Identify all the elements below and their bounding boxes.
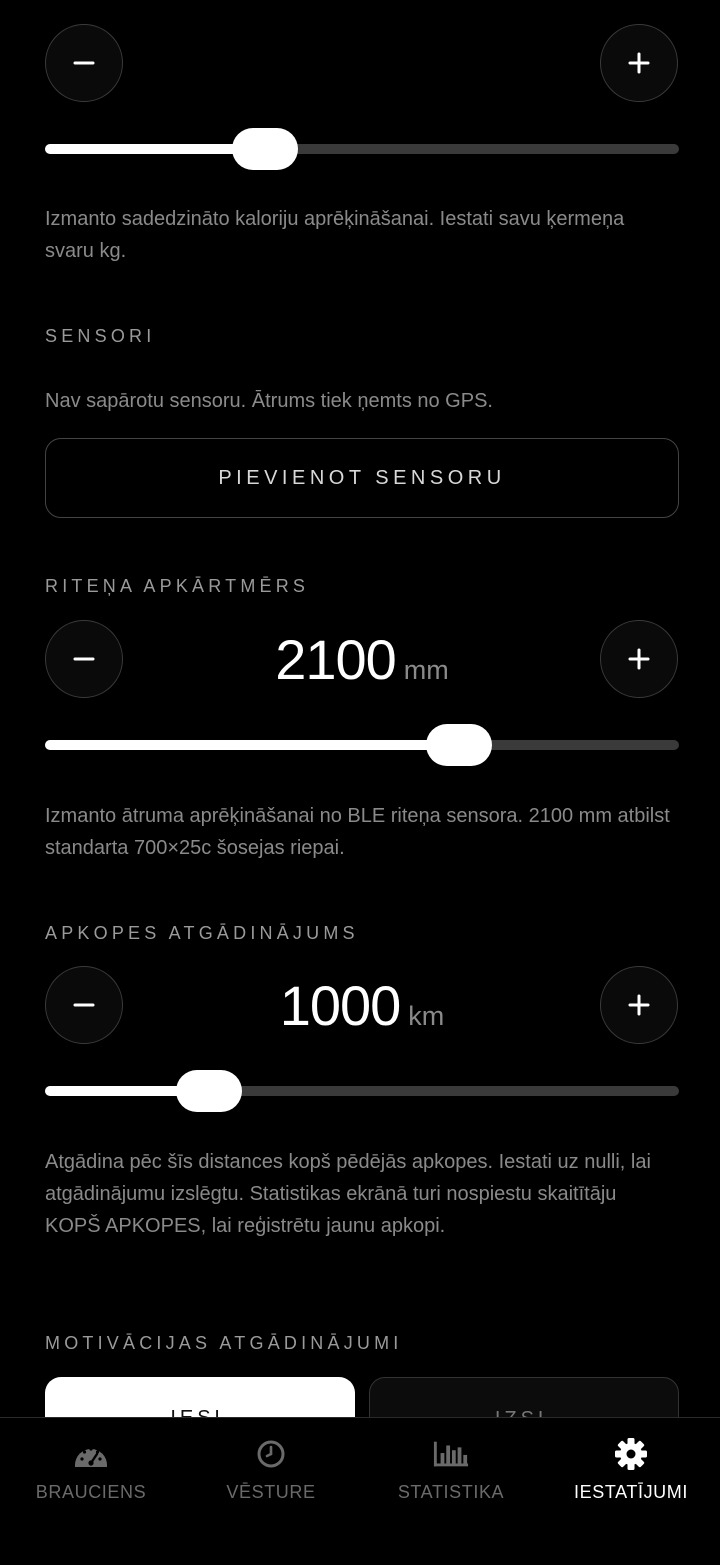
plus-icon — [628, 994, 650, 1016]
weight-slider[interactable] — [45, 127, 679, 171]
service-section-title: APKOPES ATGĀDINĀJUMS — [45, 923, 359, 943]
tab-statistika[interactable]: STATISTIKA — [361, 1418, 541, 1528]
clock-icon — [253, 1438, 289, 1470]
bar-chart-icon — [433, 1438, 469, 1470]
tab-label: VĒSTURE — [226, 1482, 316, 1502]
slider-thumb[interactable] — [232, 128, 299, 170]
tab-vesture[interactable]: VĒSTURE — [181, 1418, 361, 1528]
minus-icon — [73, 61, 95, 65]
sensors-status-text: Nav sapārotu sensoru. Ātrums tiek ņemts … — [45, 390, 493, 412]
minus-icon — [73, 657, 95, 661]
tab-label: STATISTIKA — [397, 1482, 505, 1502]
weight-decrease-button[interactable] — [45, 24, 123, 102]
plus-icon — [628, 52, 650, 74]
weight-help-text: Izmanto sadedzināto kaloriju aprēķināšan… — [45, 208, 625, 262]
sensors-section-title: SENSORI — [45, 326, 156, 346]
service-value: 1000 — [279, 974, 402, 1037]
wheel-value: 2100 — [275, 628, 397, 691]
slider-fill — [45, 740, 459, 750]
add-sensor-button[interactable]: PIEVIENOT SENSORU — [45, 438, 679, 518]
motivation-off-button[interactable]: IZSL — [369, 1377, 679, 1417]
tab-label: BRAUCIENS — [35, 1482, 147, 1502]
tab-iestatijumi[interactable]: IESTATĪJUMI — [541, 1418, 720, 1528]
slider-thumb[interactable] — [425, 724, 492, 766]
gear-icon — [613, 1438, 649, 1470]
wheel-slider[interactable] — [45, 723, 679, 767]
speedometer-icon — [73, 1438, 109, 1470]
tab-brauciens[interactable]: BRAUCIENS — [1, 1418, 181, 1528]
motivation-section-title: MOTIVĀCIJAS ATGĀDINĀJUMI — [45, 1333, 403, 1353]
service-decrease-button[interactable] — [45, 966, 123, 1044]
wheel-help-text: Izmanto ātruma aprēķināšanai no BLE rite… — [45, 805, 670, 859]
service-increase-button[interactable] — [600, 966, 678, 1044]
wheel-decrease-button[interactable] — [45, 620, 123, 698]
weight-increase-button[interactable] — [600, 24, 678, 102]
wheel-section-title: RITEŅA APKĀRTMĒRS — [45, 576, 310, 596]
slider-thumb[interactable] — [175, 1070, 242, 1112]
plus-icon — [628, 648, 650, 670]
tab-label: IESTATĪJUMI — [574, 1482, 688, 1502]
minus-icon — [73, 1003, 95, 1007]
motivation-on-button[interactable]: IESL — [45, 1377, 355, 1417]
service-value-display: 1000 km — [124, 973, 600, 1038]
wheel-value-display: 2100 mm — [124, 627, 600, 692]
wheel-unit: mm — [403, 655, 449, 685]
service-slider[interactable] — [45, 1069, 679, 1113]
settings-scroll-area[interactable]: Izmanto sadedzināto kaloriju aprēķināšan… — [0, 0, 720, 1417]
service-help-text: Atgādina pēc šīs distances kopš pēdējās … — [45, 1151, 651, 1237]
bottom-tab-bar: BRAUCIENS VĒSTURE STATISTIKA IESTATĪJUMI — [0, 1417, 720, 1565]
wheel-increase-button[interactable] — [600, 620, 678, 698]
service-unit: km — [408, 1001, 445, 1031]
